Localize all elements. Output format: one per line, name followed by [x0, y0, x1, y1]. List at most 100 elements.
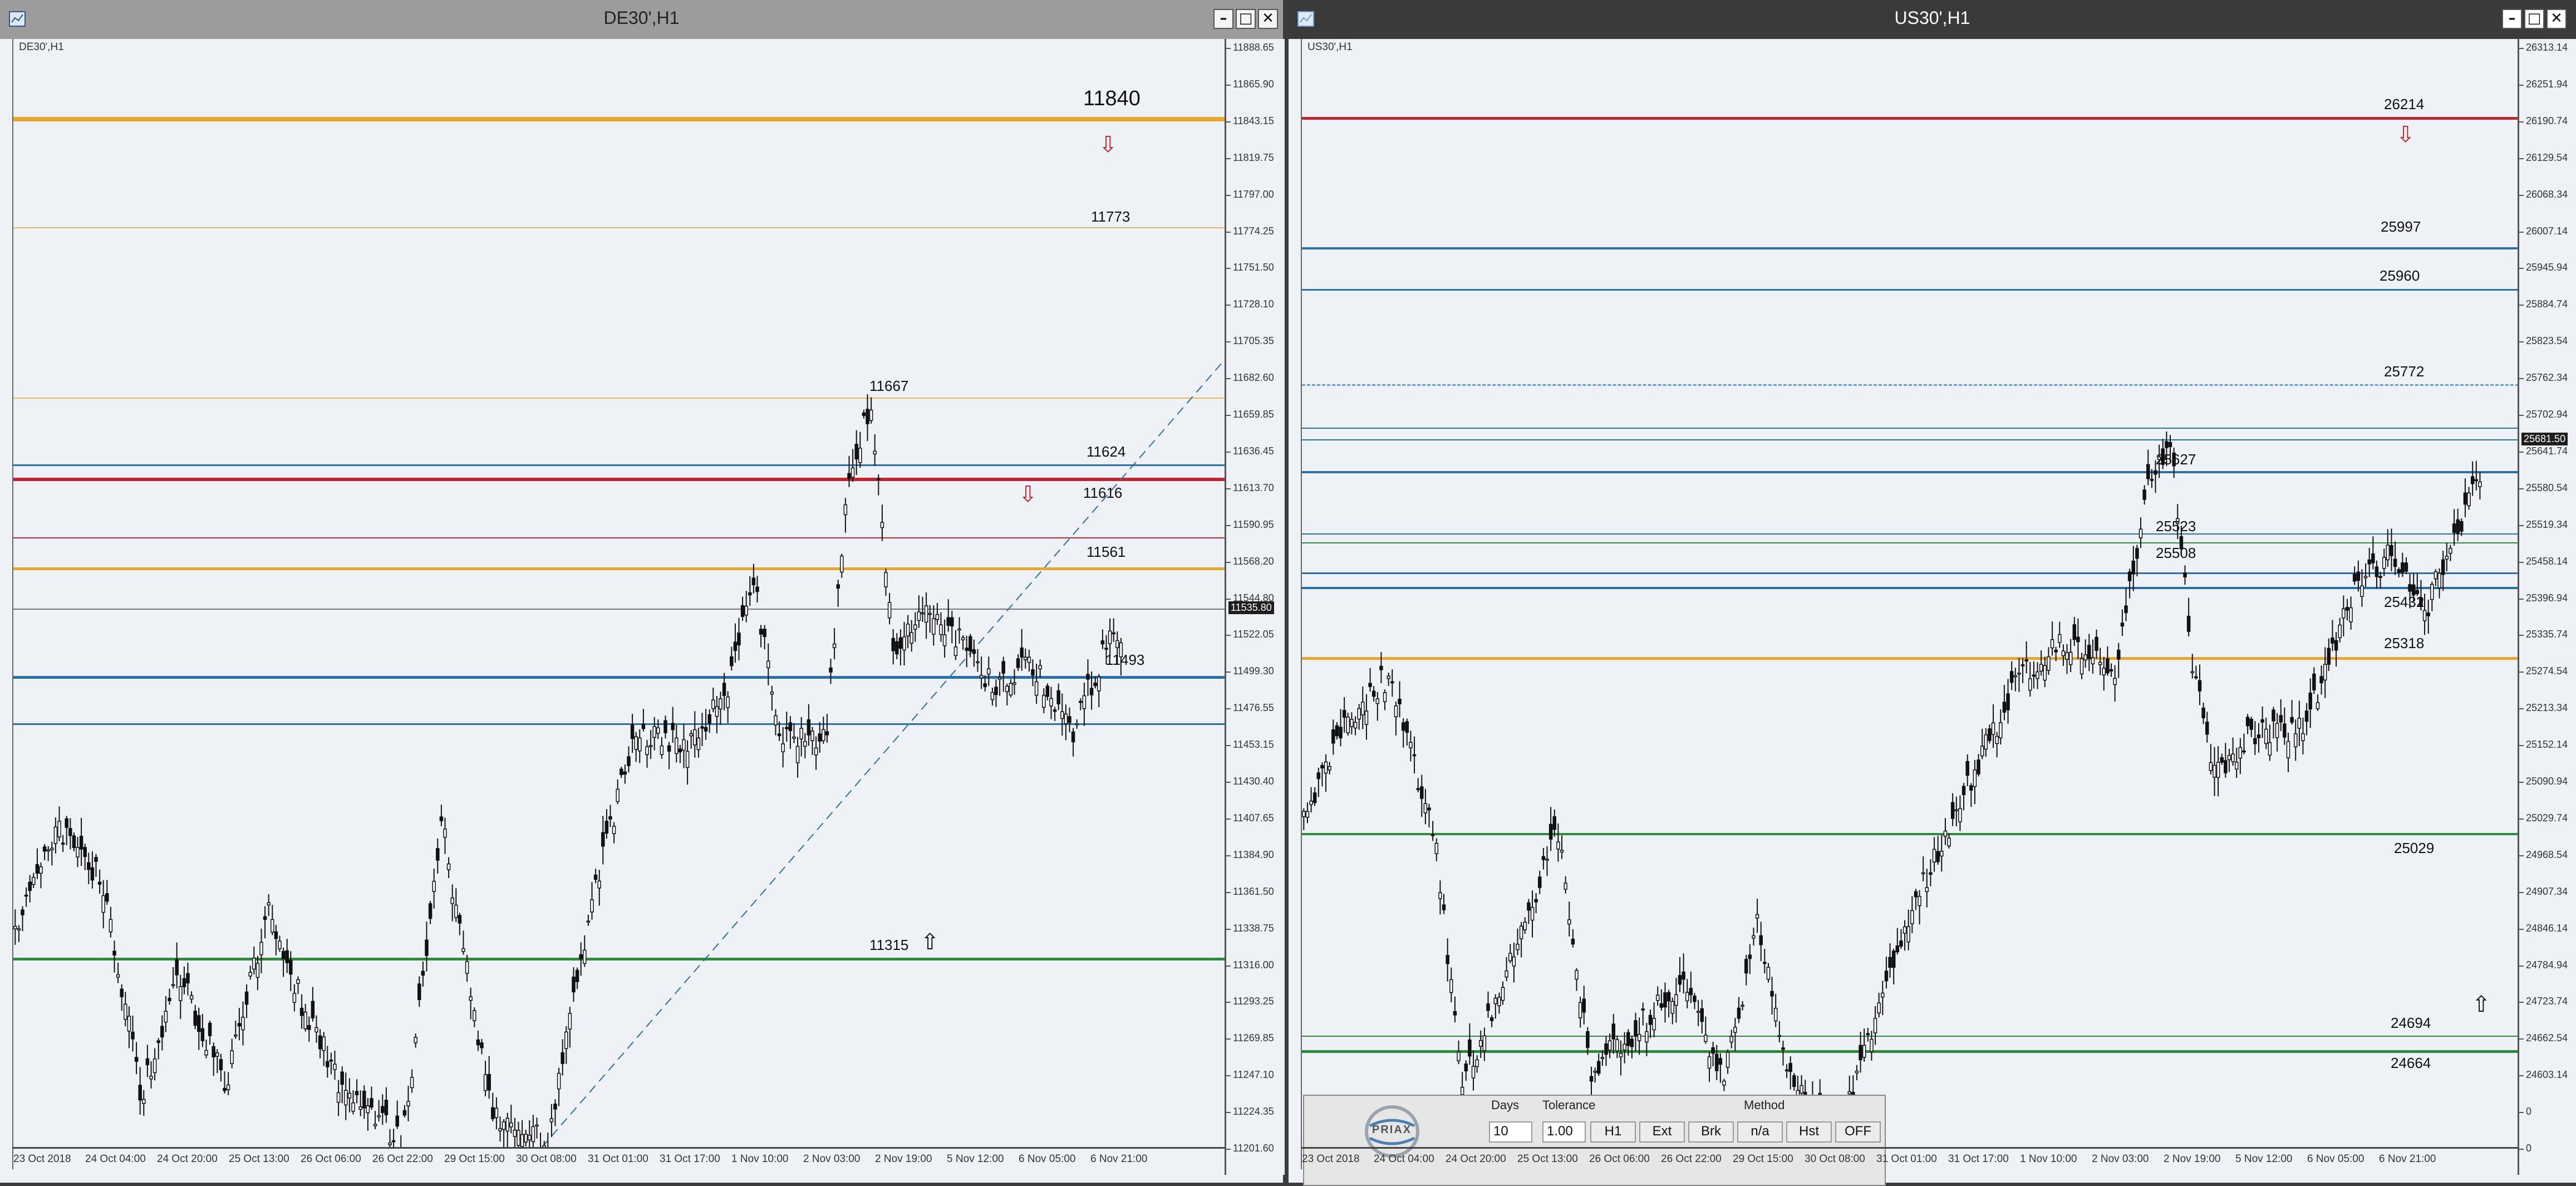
- candle-body: [2386, 545, 2390, 561]
- candle-body: [2095, 636, 2098, 651]
- candle-body: [2061, 650, 2066, 656]
- candle-body: [2186, 615, 2191, 632]
- candle-body: [1364, 710, 1369, 725]
- candle-body: [333, 1064, 337, 1070]
- chart-window-de30: DE30',H1 – □ ✕ DE30',H1 11840 ⇩ 11773 11…: [0, 0, 1285, 1183]
- level-label-11493: 11493: [1105, 651, 1145, 668]
- candle-body: [458, 915, 462, 924]
- candle-body: [660, 745, 664, 755]
- candle-body: [1534, 899, 1538, 903]
- price-tick-label: 0: [2519, 1143, 2532, 1154]
- candle-body: [2268, 742, 2272, 756]
- candle-body: [2367, 559, 2371, 565]
- candle-body: [2102, 668, 2106, 675]
- time-tick-label: 31 Oct 17:00: [660, 1153, 720, 1165]
- chart-area[interactable]: US30',H1 26214 ⇩ 25997 25960 25772 25627…: [1301, 39, 2519, 1186]
- candle-body: [1460, 1086, 1464, 1095]
- candle-body: [2198, 680, 2202, 692]
- close-button[interactable]: ✕: [1258, 9, 1278, 29]
- candle-body: [1082, 695, 1087, 709]
- minimize-button[interactable]: –: [1213, 9, 1233, 29]
- candle-body: [2072, 624, 2077, 640]
- candle-body: [402, 1110, 407, 1116]
- candle-body: [1104, 648, 1108, 650]
- candle-body: [340, 1071, 344, 1085]
- candle-body: [370, 1098, 373, 1108]
- candle-body: [2091, 657, 2095, 665]
- candle-body: [446, 863, 451, 870]
- price-scale[interactable]: 26313.14 26251.94 26190.74 26129.54 26068.34…: [2518, 39, 2576, 1175]
- candle-body: [2113, 678, 2117, 685]
- price-tick-label: 25884.74: [2519, 298, 2568, 310]
- candle-body: [972, 649, 976, 654]
- candle-body: [1847, 1091, 1851, 1095]
- maximize-button[interactable]: □: [2524, 9, 2544, 29]
- hst-button[interactable]: Hst: [1786, 1121, 1832, 1143]
- candle-body: [2039, 664, 2043, 672]
- price-scale[interactable]: 11888.65 11865.90 11843.15 11819.75 11797.00…: [1225, 39, 1285, 1175]
- brk-button[interactable]: Brk: [1688, 1121, 1734, 1143]
- candle-body: [487, 1074, 491, 1091]
- candle-body: [1493, 997, 1498, 1004]
- candle-body: [2220, 757, 2224, 763]
- candle-body: [2124, 605, 2128, 614]
- minimize-button[interactable]: –: [2502, 9, 2522, 29]
- candle-body: [1471, 1066, 1476, 1079]
- window-titlebar[interactable]: US30',H1 – □ ✕: [1289, 0, 2576, 39]
- candle-body: [528, 1134, 532, 1141]
- price-tick-label: 0: [2519, 1106, 2532, 1118]
- candle-body: [263, 916, 267, 920]
- close-button[interactable]: ✕: [2546, 9, 2567, 29]
- window-titlebar[interactable]: DE30',H1 – □ ✕: [0, 0, 1283, 39]
- level-label-11315: 11315: [869, 937, 909, 953]
- time-scale[interactable]: 23 Oct 2018 24 Oct 04:00 24 Oct 20:00 25 Oc…: [1301, 1147, 2518, 1177]
- candle-body: [193, 1011, 197, 1026]
- candle-body: [2470, 476, 2475, 484]
- price-tick-label: 24907.34: [2519, 885, 2568, 897]
- method-button[interactable]: n/a: [1737, 1121, 1783, 1143]
- ext-button[interactable]: Ext: [1639, 1121, 1685, 1143]
- price-tick-label: 11453.15: [1226, 739, 1274, 751]
- candle-body: [1666, 992, 1671, 1002]
- candle-body: [90, 867, 95, 881]
- candle-body: [2150, 479, 2154, 481]
- candle-body: [1479, 1040, 1483, 1047]
- days-input[interactable]: 10: [1489, 1121, 1532, 1143]
- candle-body: [79, 836, 83, 850]
- off-button[interactable]: OFF: [1835, 1121, 1881, 1143]
- candle-body: [469, 996, 473, 1001]
- candle-body: [858, 448, 862, 463]
- candle-body: [2445, 556, 2449, 560]
- chart-area[interactable]: DE30',H1 11840 ⇩ 11773 11667 11624 ⇩ 116…: [12, 39, 1226, 1169]
- candle-body: [1741, 1004, 1744, 1007]
- level-label-24664: 24664: [2391, 1055, 2431, 1071]
- candle-body: [1707, 1056, 1712, 1069]
- candle-body: [682, 739, 686, 751]
- time-scale[interactable]: 23 Oct 2018 24 Oct 04:00 24 Oct 20:00 25 Oc…: [12, 1147, 1225, 1177]
- candle-body: [2290, 717, 2294, 723]
- maximize-button[interactable]: □: [1236, 9, 1256, 29]
- candle-body: [1446, 954, 1449, 964]
- candle-body: [289, 959, 293, 975]
- chart-window-us30: US30',H1 – □ ✕ US30',H1 26214 ⇩ 25997 25…: [1289, 0, 2576, 1186]
- candle-body: [1891, 950, 1896, 968]
- candle-body: [2050, 639, 2054, 649]
- candle-body: [1302, 811, 1306, 817]
- candle-body: [645, 746, 649, 755]
- candle-body: [513, 1129, 517, 1137]
- candle-body: [1784, 1069, 1789, 1072]
- candle-body: [1508, 953, 1512, 962]
- timeframe-button[interactable]: H1: [1590, 1121, 1636, 1143]
- candle-body: [1696, 1011, 1700, 1013]
- candle-body: [1604, 1043, 1608, 1055]
- trend-line[interactable]: [542, 358, 1226, 1147]
- candle-body: [2120, 623, 2125, 627]
- candlestick-series: [13, 358, 1226, 1147]
- candle-body: [1086, 674, 1090, 680]
- candle-body: [296, 979, 300, 984]
- price-tick-label: 24723.74: [2519, 996, 2568, 1007]
- tolerance-input[interactable]: 1.00: [1542, 1121, 1586, 1143]
- candle-body: [1368, 683, 1372, 687]
- candle-body: [1685, 992, 1689, 1002]
- candle-body: [524, 1134, 528, 1143]
